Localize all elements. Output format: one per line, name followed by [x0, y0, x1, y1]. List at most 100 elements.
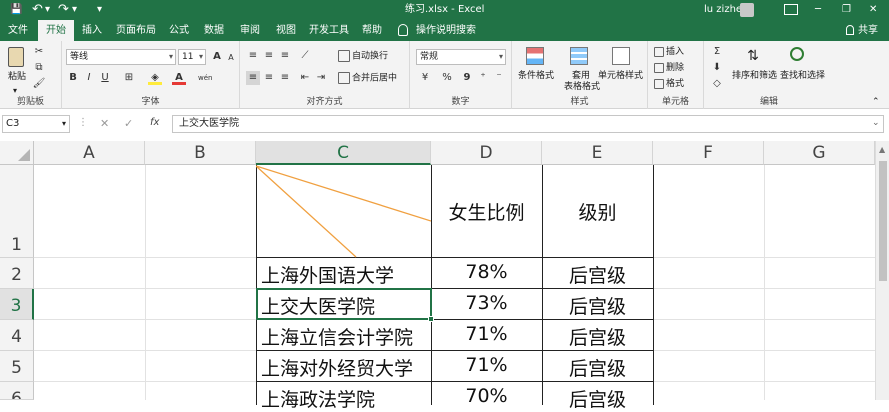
column-header-e[interactable]: E	[542, 141, 653, 165]
cell-d3[interactable]: 73%	[431, 292, 542, 314]
column-header-b[interactable]: B	[145, 141, 256, 165]
row-header-2[interactable]: 2	[0, 258, 34, 289]
tab-insert[interactable]: 插入	[76, 20, 108, 41]
scroll-up-icon[interactable]: ▲	[879, 145, 885, 154]
align-center-icon[interactable]: ≡	[262, 71, 276, 85]
cell-c6[interactable]: 上海政法学院	[261, 385, 375, 412]
vertical-scrollbar[interactable]: ▲	[875, 141, 889, 400]
font-color-button[interactable]: A	[172, 71, 186, 85]
shrink-font-button[interactable]: A	[224, 51, 238, 65]
fill-color-icon[interactable]: ◈	[148, 71, 162, 85]
font-size-select[interactable]: 11 ▾	[178, 49, 206, 65]
cell-d5[interactable]: 71%	[431, 354, 542, 376]
share-button[interactable]: 共享	[858, 20, 878, 41]
format-painter-icon[interactable]: 🖌	[32, 77, 46, 91]
bold-button[interactable]: B	[66, 71, 80, 85]
scrollbar-thumb[interactable]	[879, 161, 887, 281]
sort-filter-button[interactable]: 排序和筛选	[732, 70, 777, 82]
redo-dropdown-icon[interactable]: ▾	[72, 0, 77, 20]
tab-developer[interactable]: 开发工具	[306, 20, 352, 41]
collapse-ribbon-icon[interactable]: ⌃	[872, 97, 880, 107]
expand-formula-bar-icon[interactable]: ⌄	[872, 118, 880, 128]
underline-button[interactable]: U	[98, 71, 112, 85]
column-header-d[interactable]: D	[431, 141, 542, 165]
cell-d1[interactable]: 女生比例	[431, 165, 542, 258]
align-right-icon[interactable]: ≡	[278, 71, 292, 85]
tab-home[interactable]: 开始	[38, 20, 74, 41]
sort-filter-icon[interactable]: ⇅	[744, 47, 762, 65]
clear-icon[interactable]: ◇	[710, 77, 724, 91]
undo-dropdown-icon[interactable]: ▾	[45, 0, 50, 20]
column-header-c[interactable]: C	[256, 141, 431, 165]
find-select-icon[interactable]	[790, 47, 804, 61]
column-header-f[interactable]: F	[653, 141, 764, 165]
merge-center-button[interactable]: 合并后居中	[338, 72, 397, 85]
grow-font-button[interactable]: A	[210, 50, 224, 64]
phonetic-guide-button[interactable]: wén	[198, 71, 212, 85]
name-box[interactable]: C3 ▾	[2, 115, 70, 133]
avatar[interactable]	[740, 3, 754, 17]
row-header-3[interactable]: 3	[0, 289, 34, 320]
borders-icon[interactable]: ⊞	[122, 71, 136, 85]
cell-d4[interactable]: 71%	[431, 323, 542, 345]
orientation-icon[interactable]: ⟋	[298, 49, 312, 63]
percent-button[interactable]: %	[440, 71, 454, 85]
worksheet[interactable]: A B C D E F G 1 2 3 4 5 6 女生比例 级别 上海外国语大…	[0, 141, 889, 411]
paste-button[interactable]: 粘贴	[8, 71, 26, 83]
row-header-5[interactable]: 5	[0, 351, 34, 382]
cell-e1[interactable]: 级别	[542, 165, 653, 258]
tab-help[interactable]: 帮助	[356, 20, 388, 41]
tab-file[interactable]: 文件	[2, 20, 34, 41]
cut-icon[interactable]: ✂	[32, 45, 46, 59]
align-left-icon[interactable]: ≡	[246, 71, 260, 85]
cell-e6[interactable]: 后宫级	[542, 385, 653, 412]
cell-c2[interactable]: 上海外国语大学	[261, 261, 394, 288]
fill-handle[interactable]	[428, 316, 434, 322]
formula-input[interactable]: 上交大医学院	[172, 115, 884, 133]
tab-page-layout[interactable]: 页面布局	[112, 20, 160, 41]
conditional-formatting-button[interactable]: 条件格式	[518, 70, 554, 82]
insert-function-button[interactable]: fx	[150, 117, 159, 128]
enter-icon[interactable]: ✓	[124, 117, 133, 130]
cell-e5[interactable]: 后宫级	[542, 354, 653, 381]
tell-me-search[interactable]: 操作说明搜索	[416, 20, 476, 41]
find-select-button[interactable]: 查找和选择	[780, 70, 825, 82]
cell-d2[interactable]: 78%	[431, 261, 542, 283]
undo-icon[interactable]: ↶	[32, 0, 43, 20]
cell-e3[interactable]: 后宫级	[542, 292, 653, 319]
align-bottom-icon[interactable]: ≡	[278, 49, 292, 63]
ribbon-display-options-icon[interactable]	[784, 4, 798, 15]
row-header-6[interactable]: 6	[0, 382, 34, 400]
select-all-button[interactable]	[0, 141, 34, 165]
column-header-a[interactable]: A	[34, 141, 145, 165]
cell-d6[interactable]: 70%	[431, 385, 542, 407]
delete-cells-button[interactable]: 删除	[654, 62, 684, 74]
cell-c5[interactable]: 上海对外经贸大学	[261, 354, 413, 381]
tab-review[interactable]: 审阅	[234, 20, 266, 41]
cell-styles-button[interactable]: 单元格样式	[598, 70, 643, 82]
align-middle-icon[interactable]: ≡	[262, 49, 276, 63]
italic-button[interactable]: I	[82, 71, 96, 85]
fill-icon[interactable]: ⬇	[710, 61, 724, 75]
insert-cells-button[interactable]: 插入	[654, 46, 684, 58]
user-name[interactable]: lu zizhe	[704, 0, 742, 20]
column-header-g[interactable]: G	[764, 141, 875, 165]
cell-styles-icon[interactable]	[612, 47, 630, 65]
cell-e4[interactable]: 后宫级	[542, 323, 653, 350]
qat-customize-icon[interactable]: ▾	[97, 0, 102, 20]
format-as-table-label-2[interactable]: 表格格式	[564, 81, 600, 93]
row-header-4[interactable]: 4	[0, 320, 34, 351]
tab-view[interactable]: 视图	[270, 20, 302, 41]
font-name-select[interactable]: 等线 ▾	[66, 49, 176, 65]
conditional-formatting-icon[interactable]	[526, 47, 544, 65]
save-icon[interactable]: 💾	[10, 0, 22, 20]
cell-c4[interactable]: 上海立信会计学院	[261, 323, 413, 350]
row-header-1[interactable]: 1	[0, 165, 34, 258]
autosum-button[interactable]: Σ	[710, 45, 724, 59]
increase-indent-icon[interactable]: ⇥	[314, 71, 328, 85]
minimize-button[interactable]: ─	[815, 0, 821, 20]
cancel-icon[interactable]: ✕	[100, 117, 109, 130]
number-format-select[interactable]: 常规 ▾	[416, 49, 506, 65]
maximize-button[interactable]: ❐	[842, 0, 851, 20]
redo-icon[interactable]: ↷	[58, 0, 69, 20]
